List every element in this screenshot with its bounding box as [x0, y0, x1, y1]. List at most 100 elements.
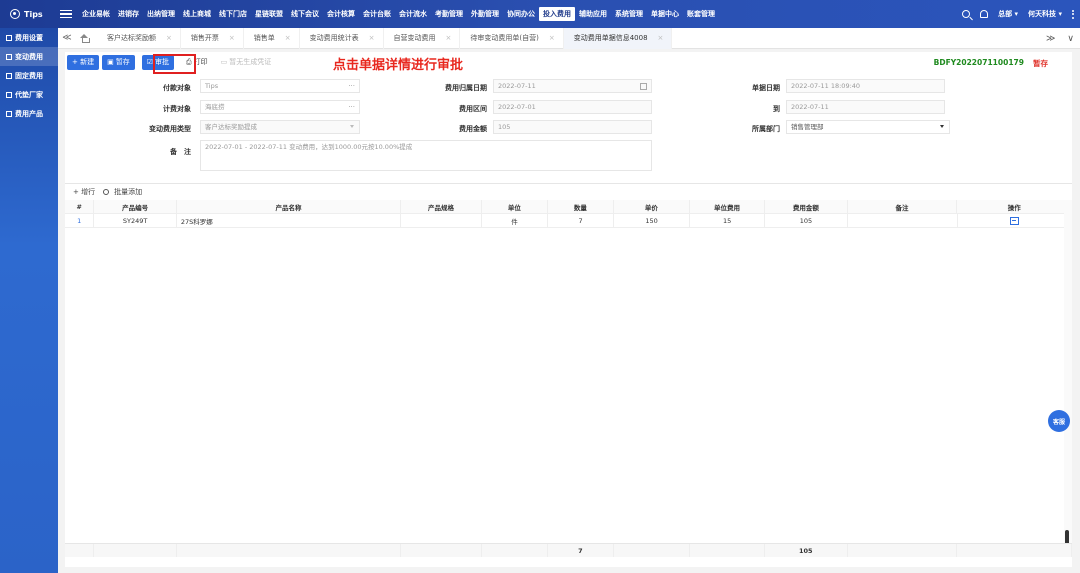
- tab-close-icon[interactable]: ×: [285, 34, 291, 42]
- delete-row-icon[interactable]: [1009, 216, 1019, 225]
- top-menu-item[interactable]: 协同办公: [503, 0, 539, 28]
- table-scrollbar[interactable]: [1064, 200, 1072, 557]
- fee-date-input[interactable]: 2022-07-11: [493, 79, 652, 93]
- column-header[interactable]: 单位: [482, 200, 548, 213]
- tab[interactable]: 客户达标奖励额 ×: [97, 27, 181, 49]
- home-icon[interactable]: [80, 34, 90, 43]
- column-header[interactable]: 备注: [848, 200, 958, 213]
- tab-close-icon[interactable]: ×: [549, 34, 555, 42]
- tab[interactable]: 变动费用单据信息4008 ×: [563, 27, 673, 49]
- sidebar-item[interactable]: 变动费用: [0, 47, 58, 66]
- top-menu-item[interactable]: 出纳管理: [143, 0, 179, 28]
- top-menu-item[interactable]: 会计核算: [323, 0, 359, 28]
- sidebar-item[interactable]: 费用设置: [0, 28, 58, 47]
- column-header[interactable]: #: [65, 200, 95, 213]
- table-cell-qty[interactable]: 7: [548, 214, 614, 227]
- sidebar-item[interactable]: 代垫厂家: [0, 85, 58, 104]
- logo-icon: [10, 9, 20, 19]
- top-menu-item[interactable]: 考勤管理: [431, 0, 467, 28]
- search-icon[interactable]: [962, 10, 971, 18]
- cost-object-more-icon[interactable]: ···: [348, 101, 355, 113]
- add-row-button[interactable]: + 增行: [73, 187, 95, 197]
- tabs-dropdown-icon[interactable]: ∨: [1067, 34, 1074, 44]
- table-cell-name[interactable]: 27S科罗娜: [177, 214, 402, 227]
- column-header[interactable]: 单位费用: [690, 200, 766, 213]
- table-row[interactable]: 1 SY249T 27S科罗娜 件 7 150 15 105: [65, 214, 1072, 228]
- save-icon: ▣: [107, 58, 114, 66]
- tab-close-icon[interactable]: ×: [446, 34, 452, 42]
- dept-select[interactable]: 销售管理部: [786, 120, 950, 134]
- top-menu-item[interactable]: 线上商城: [179, 0, 215, 28]
- table-cell-amount[interactable]: 105: [765, 214, 848, 227]
- footer-cell: [94, 544, 177, 557]
- top-menu-item[interactable]: 投入费用: [539, 7, 575, 21]
- bell-icon[interactable]: [980, 10, 989, 18]
- top-menu-item[interactable]: 线下门店: [215, 0, 251, 28]
- top-menu-item[interactable]: 会计流水: [395, 0, 431, 28]
- top-menu-item[interactable]: 会计台账: [359, 0, 395, 28]
- top-menu-item[interactable]: 单据中心: [647, 0, 683, 28]
- tab-label: 待审变动费用单(自营): [470, 34, 539, 42]
- top-menu-item[interactable]: 辅助应用: [575, 0, 611, 28]
- app-logo[interactable]: Tips: [0, 9, 58, 19]
- batch-add-button[interactable]: 批量添加: [103, 187, 142, 197]
- top-menu-item[interactable]: 线下会议: [287, 0, 323, 28]
- table-cell-spec[interactable]: [401, 214, 483, 227]
- table-cell-actions: [958, 214, 1072, 227]
- column-header[interactable]: 操作: [957, 200, 1072, 213]
- payer-input[interactable]: Tips ···: [200, 79, 360, 93]
- column-header[interactable]: 费用金额: [765, 200, 848, 213]
- tabs-scroll-left-icon[interactable]: ≪: [58, 33, 76, 43]
- tab-close-icon[interactable]: ×: [658, 34, 664, 42]
- app-name: Tips: [24, 9, 43, 19]
- calendar-icon[interactable]: [640, 83, 647, 90]
- column-header[interactable]: 数量: [548, 200, 614, 213]
- doc-date-input[interactable]: 2022-07-11 18:09:40: [786, 79, 945, 93]
- company-menu[interactable]: 何天科技 ▾: [1028, 9, 1062, 19]
- fee-range-input[interactable]: 2022-07-01: [493, 100, 652, 114]
- change-type-select[interactable]: 客户达标奖励提成: [200, 120, 360, 134]
- to-input[interactable]: 2022-07-11: [786, 100, 945, 114]
- table-cell-price[interactable]: 150: [614, 214, 691, 227]
- top-menu-item[interactable]: 星链联盟: [251, 0, 287, 28]
- column-header[interactable]: 产品编号: [94, 200, 177, 213]
- cost-object-input[interactable]: 海底捞 ···: [200, 100, 360, 114]
- sidebar-item[interactable]: 固定费用: [0, 66, 58, 85]
- menu-toggle-icon[interactable]: [60, 10, 72, 18]
- fee-amount-value: 105: [498, 123, 511, 131]
- tab[interactable]: 待审变动费用单(自营) ×: [460, 27, 564, 49]
- top-menu-item[interactable]: 账套管理: [683, 0, 719, 28]
- table-cell-remark[interactable]: [848, 214, 958, 227]
- fee-amount-input[interactable]: 105: [493, 120, 652, 134]
- tab[interactable]: 销售单 ×: [244, 27, 300, 49]
- customer-service-button[interactable]: 客服: [1048, 410, 1070, 432]
- table-cell-index[interactable]: 1: [65, 214, 95, 227]
- save-button[interactable]: ▣ 暂存: [102, 54, 135, 70]
- column-header[interactable]: 单价: [614, 200, 690, 213]
- tab-close-icon[interactable]: ×: [229, 34, 235, 42]
- new-button[interactable]: + 新建: [67, 54, 100, 70]
- top-menu-item[interactable]: 企业易帐: [78, 0, 114, 28]
- column-header[interactable]: 产品规格: [401, 200, 482, 213]
- top-menu-item[interactable]: 进销存: [114, 0, 143, 28]
- payer-more-icon[interactable]: ···: [348, 80, 355, 92]
- tab-close-icon[interactable]: ×: [166, 34, 172, 42]
- table-cell-unit_fee[interactable]: 15: [690, 214, 766, 227]
- footer-cell: [482, 544, 548, 557]
- tab-close-icon[interactable]: ×: [369, 34, 375, 42]
- table-cell-unit[interactable]: 件: [482, 214, 549, 227]
- remark-textarea[interactable]: 2022-07-01 - 2022-07-11 变动费用，达到1000.00元按…: [200, 140, 652, 171]
- top-menu-item[interactable]: 外勤管理: [467, 0, 503, 28]
- sidebar-item[interactable]: 费用产品: [0, 104, 58, 123]
- tab[interactable]: 销售开票 ×: [181, 27, 244, 49]
- tabs-scroll-right-icon[interactable]: ≫: [1046, 34, 1055, 44]
- footer-cell: [848, 544, 958, 557]
- more-vertical-icon[interactable]: [1072, 9, 1074, 19]
- tab[interactable]: 自营变动费用 ×: [384, 27, 461, 49]
- column-header[interactable]: 产品名称: [177, 200, 402, 213]
- voucher-button[interactable]: ▭ 暂无生成凭证: [216, 55, 277, 70]
- top-menu-item[interactable]: 系统管理: [611, 0, 647, 28]
- user-menu[interactable]: 总部 ▾: [998, 9, 1018, 19]
- tab[interactable]: 变动费用统计表 ×: [300, 27, 384, 49]
- table-cell-code[interactable]: SY249T: [94, 214, 177, 227]
